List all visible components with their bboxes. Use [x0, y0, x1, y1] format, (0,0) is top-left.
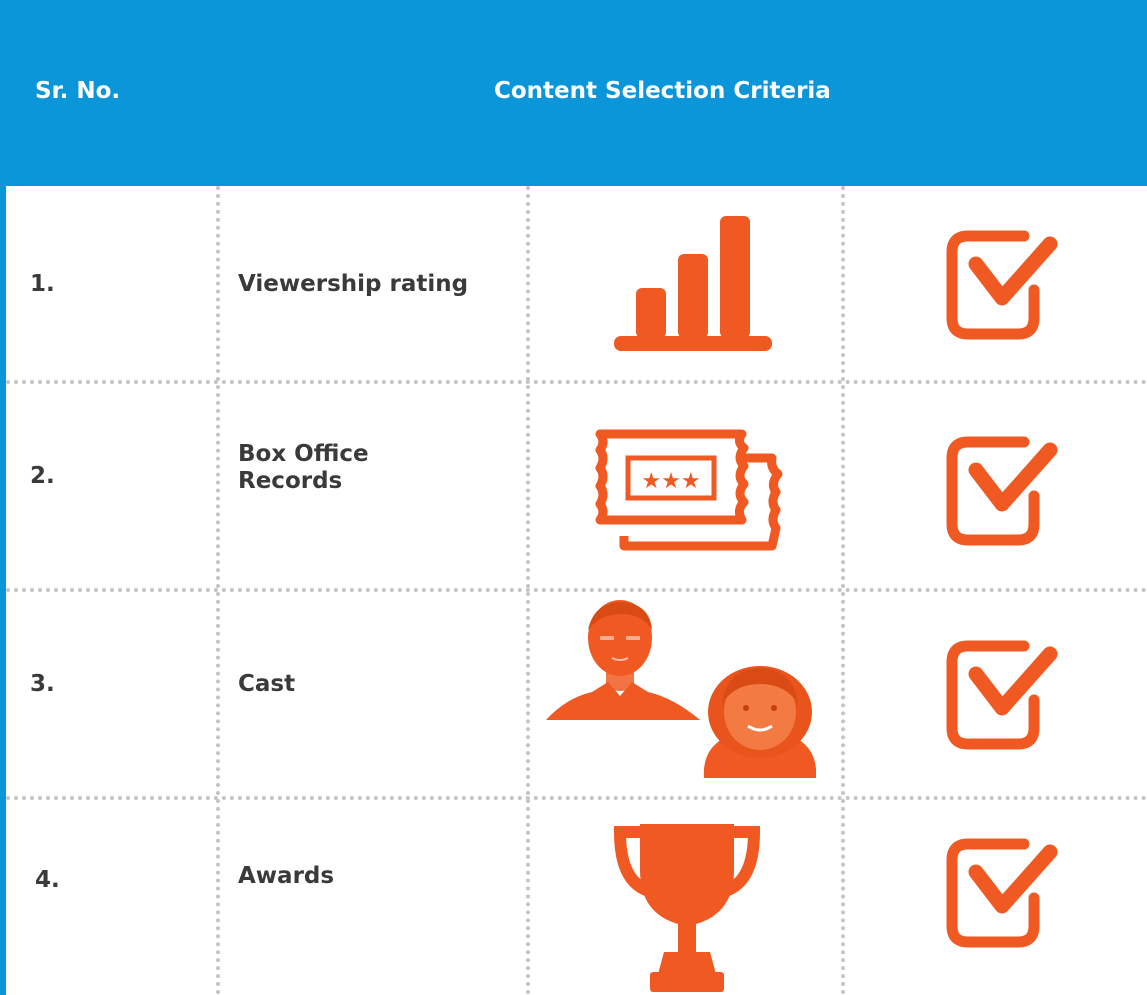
row-number: 2. — [30, 463, 55, 489]
row-label: Awards — [238, 863, 335, 889]
row-number: 3. — [30, 671, 55, 697]
row-number: 4. — [35, 867, 60, 893]
row-divider — [6, 796, 1147, 800]
cast-portraits-icon — [546, 600, 816, 778]
row-number: 1. — [30, 271, 55, 297]
checkbox-checked-icon — [946, 230, 1066, 342]
trophy-icon — [612, 818, 762, 994]
row-label: Box Office Records — [238, 441, 369, 494]
svg-text:★★★: ★★★ — [641, 469, 700, 494]
row-divider — [6, 380, 1147, 384]
ticket-icon: ★★★ — [594, 428, 786, 552]
row-divider — [6, 588, 1147, 592]
row-label: Cast — [238, 671, 296, 697]
checkbox-checked-icon — [946, 436, 1066, 548]
header-content-selection-criteria: Content Selection Criteria — [494, 78, 831, 104]
bar-chart-icon — [610, 212, 776, 354]
checkbox-checked-icon — [946, 640, 1066, 752]
row-label: Viewership rating — [238, 271, 469, 297]
header-sr-no: Sr. No. — [35, 78, 121, 104]
checkbox-checked-icon — [946, 838, 1066, 950]
table-header: Sr. No. Content Selection Criteria — [0, 0, 1147, 186]
